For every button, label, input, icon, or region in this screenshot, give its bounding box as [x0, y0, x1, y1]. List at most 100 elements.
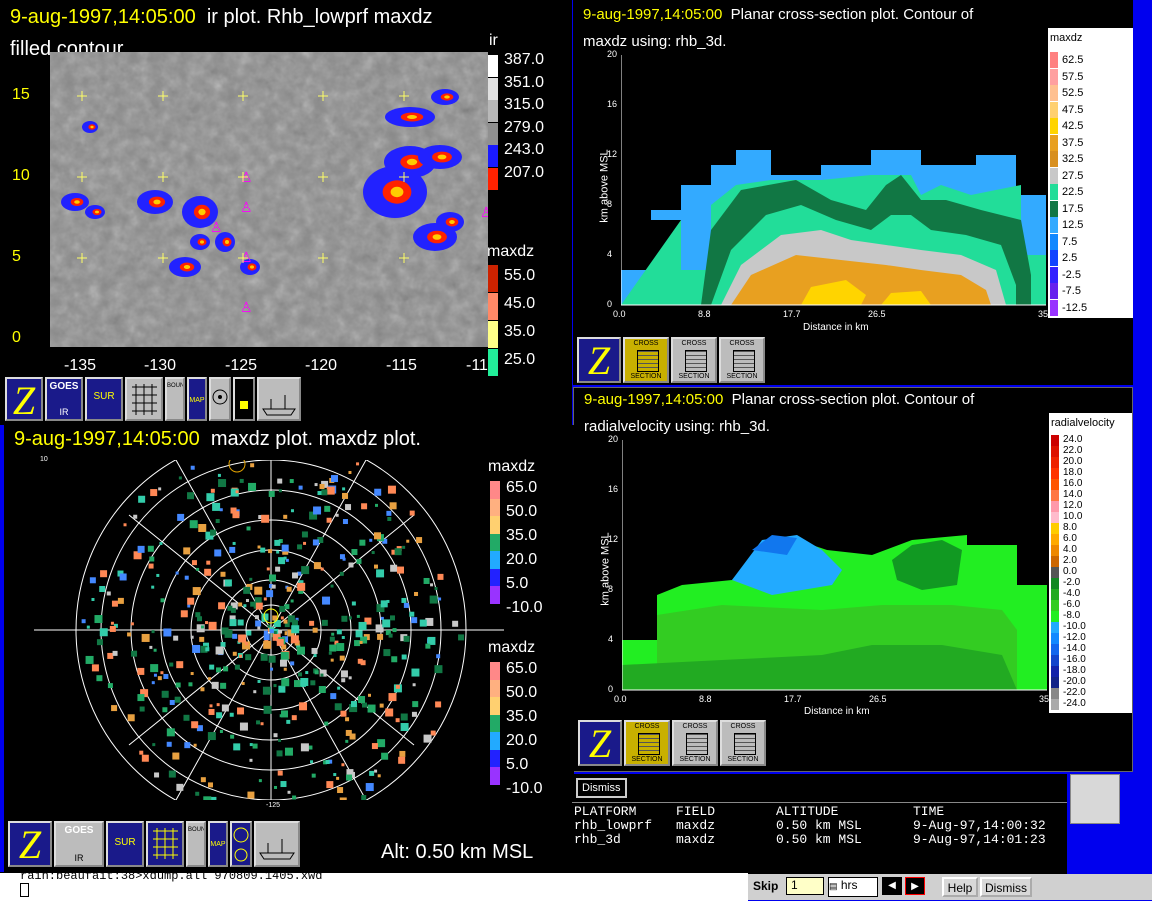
ship-icon [259, 839, 295, 860]
cs1-x-tick: 17.7 [783, 309, 801, 319]
z-logo-button[interactable]: Z [8, 821, 52, 867]
cross-section-button[interactable]: CROSS SECTION [672, 720, 718, 766]
grid-button[interactable] [125, 377, 163, 421]
dismiss-button[interactable]: Dismiss [980, 877, 1032, 897]
sur-button[interactable]: SUR [85, 377, 123, 421]
cs2-legend-swatch [1051, 666, 1059, 677]
cs1-legend-label: 47.5 [1062, 103, 1084, 116]
cross-section-button[interactable]: CROSS SECTION [719, 337, 765, 383]
radar-echo [369, 538, 373, 542]
cs1-legend-swatch [1050, 283, 1058, 299]
radar-echo [409, 611, 415, 617]
radar-echo [342, 492, 349, 499]
cs1-legend-swatch [1050, 299, 1058, 316]
radar-echo [266, 567, 270, 571]
ship-button[interactable] [257, 377, 301, 421]
maxdz-cross-section-plot[interactable] [621, 55, 1046, 320]
goes-ir-button[interactable]: GOES IR [45, 377, 83, 421]
goes-ir-button[interactable]: GOES IR [54, 821, 104, 867]
radar-echo [388, 693, 397, 702]
z-logo-button[interactable]: Z [5, 377, 43, 421]
radar-echo [180, 610, 188, 618]
radar-echo [200, 777, 206, 783]
radar-echo [224, 579, 232, 587]
ship-icon [262, 395, 296, 416]
ir-legend-swatch [488, 77, 498, 100]
radar-echo [377, 774, 381, 778]
platform-marker: ♙ [240, 299, 253, 315]
cross-section-button[interactable]: CROSS SECTION [623, 337, 669, 383]
radar-echo [356, 558, 362, 564]
map-button[interactable]: MAP [187, 377, 207, 421]
cs1-legend-title: maxdz [1050, 32, 1083, 44]
wheel-button[interactable] [209, 377, 231, 421]
cross-section-button[interactable]: CROSS SECTION [671, 337, 717, 383]
grid-button[interactable] [146, 821, 184, 867]
radar-echo [313, 562, 321, 570]
radar-echo [340, 710, 347, 717]
cs2-legend-title: radialvelocity [1051, 417, 1115, 429]
cs1-legend-box: maxdz 62.5 57.5 52.5 47.5 42.5 37.5 32.5 27.5 22… [1048, 28, 1133, 318]
radar-echo [292, 795, 297, 800]
z-logo-button[interactable]: Z [578, 720, 622, 766]
radar-echo [152, 743, 156, 747]
step-back-button[interactable]: ◀ [882, 877, 902, 895]
radar-echo [206, 560, 211, 565]
cs2-title-line2: radialvelocity using: rhb_3d. [584, 418, 770, 435]
radar-ppi-plot[interactable] [34, 460, 504, 800]
cs2-legend-label: 20.0 [1063, 456, 1083, 467]
radar-echo [322, 596, 331, 605]
radar-echo [314, 670, 319, 675]
cs1-x-tick: 0.0 [613, 309, 626, 319]
radar-echo [255, 602, 263, 610]
radar-echo [346, 774, 353, 781]
z-logo-button[interactable]: Z [577, 337, 621, 383]
terminal-line[interactable]: rain:beaufait:38>xdump.all 970809.1405.x… [0, 869, 748, 901]
ir-legend-swatch [488, 167, 498, 190]
radar-echo [374, 769, 378, 773]
skip-input[interactable]: 1 [786, 877, 824, 895]
sur-button[interactable]: SUR [106, 821, 144, 867]
radar-echo [269, 629, 274, 634]
radar-echo [300, 677, 309, 686]
radar-echo [290, 509, 294, 513]
section-label: SECTION [727, 756, 759, 763]
wheel-button[interactable] [230, 821, 252, 867]
bounds-button[interactable]: BOUNDS [165, 377, 185, 421]
map-button[interactable]: MAP [208, 821, 228, 867]
hrs-button[interactable]: ▤ hrs [828, 877, 878, 897]
radar-echo [401, 597, 407, 603]
radar-echo [326, 486, 335, 495]
radar-echo [230, 734, 235, 739]
radar-echo [107, 683, 113, 689]
info-dismiss-button[interactable]: Dismiss [576, 778, 627, 798]
ship-button[interactable] [254, 821, 300, 867]
radar-echo [356, 614, 360, 618]
radar-echo [203, 796, 212, 800]
help-button[interactable]: Help [942, 877, 978, 897]
radar-echo [367, 693, 371, 697]
cs1-y-tick: 20 [607, 49, 618, 59]
radar-echo [219, 508, 223, 512]
radar-echo [358, 695, 366, 703]
radar-echo [299, 702, 308, 711]
cs1-legend-swatch [1050, 266, 1058, 283]
radar-echo [284, 747, 293, 756]
radar-legend-label: 50.0 [506, 503, 538, 520]
radar-echo [273, 630, 277, 634]
radar-echo [200, 625, 204, 629]
radar-echo [187, 597, 195, 605]
ir-satellite-image[interactable]: ♙♙♙♙♙♙ [50, 52, 488, 347]
cross-section-button[interactable]: CROSS SECTION [720, 720, 766, 766]
platform-button[interactable] [233, 377, 255, 421]
bounds-button[interactable]: BOUNDS [186, 821, 206, 867]
radar-echo [190, 635, 194, 639]
step-forward-button[interactable]: ▶ [905, 877, 925, 895]
cs2-legend-swatch [1051, 622, 1059, 633]
radialvelocity-cross-section-plot[interactable] [622, 440, 1047, 705]
cs2-legend-label: -16.0 [1063, 654, 1086, 665]
cross-section-button[interactable]: CROSS SECTION [624, 720, 670, 766]
radar-echo [239, 722, 248, 731]
radar-echo [199, 636, 205, 642]
radar-echo [313, 654, 317, 658]
